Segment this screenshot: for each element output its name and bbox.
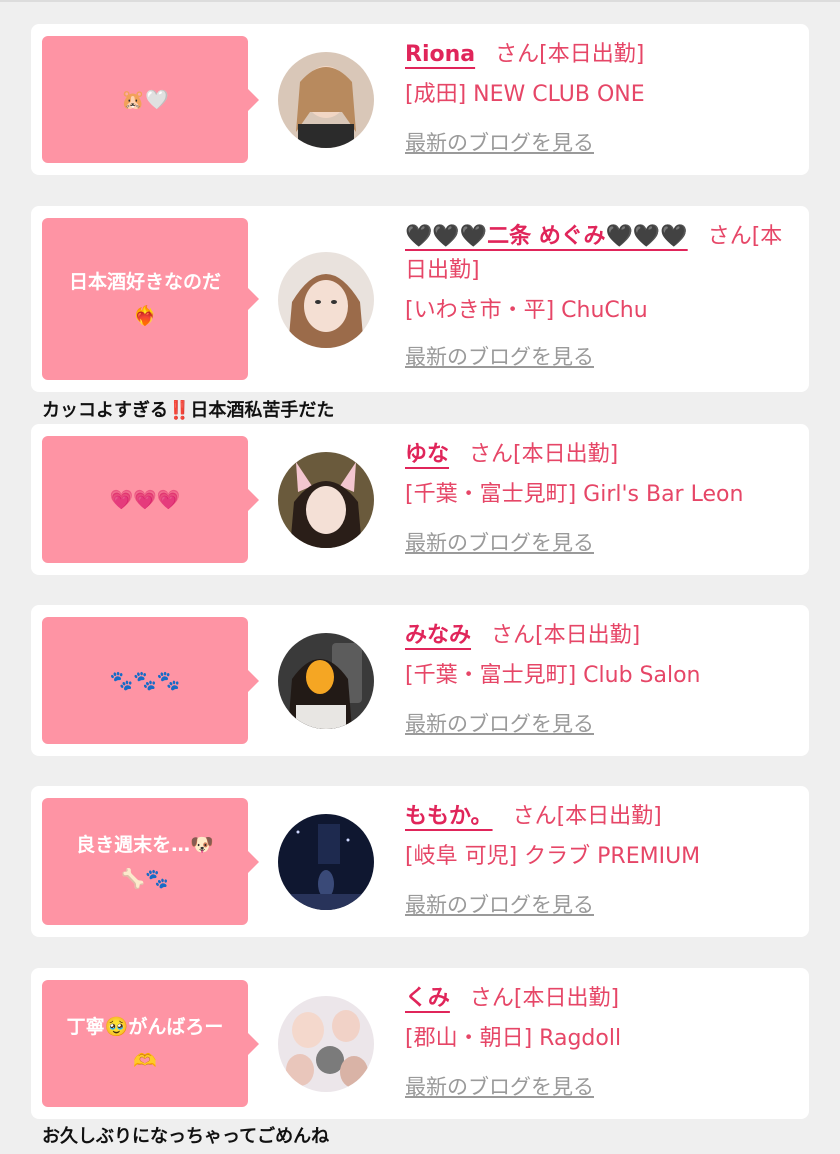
- blog-link[interactable]: 最新のブログを見る: [405, 126, 594, 160]
- caption-text: カッコよすぎる‼️日本酒私苦手だた: [42, 396, 334, 422]
- comment-text: 良き週末を…🐶 🦴🐾: [76, 833, 214, 890]
- comment-bubble: 日本酒好きなのだ ❤️‍🔥: [42, 218, 259, 380]
- caption-text: お久しぶりになっちゃってごめんね: [42, 1126, 330, 1147]
- avatar[interactable]: [278, 814, 374, 910]
- blog-link[interactable]: 最新のブログを見る: [405, 1070, 594, 1104]
- blog-link[interactable]: 最新のブログを見る: [405, 340, 594, 374]
- comment-bubble: 🐾🐾🐾: [42, 617, 259, 744]
- comment-text: 💗💗💗: [109, 488, 181, 511]
- name-line: ももか。 さん[本日出勤]: [405, 800, 799, 834]
- caption-part: 日本酒私苦手だた: [190, 400, 335, 421]
- cast-name-link[interactable]: ゆな: [405, 442, 449, 467]
- comment-text: 🐹🤍: [121, 88, 169, 111]
- name-line: ゆな さん[本日出勤]: [405, 438, 799, 472]
- attendance-status: さん[本日出勤]: [469, 986, 620, 1011]
- exclamation-icon: ‼️: [168, 400, 191, 421]
- cast-name-link[interactable]: みなみ: [405, 623, 471, 648]
- comment-bubble: 🐹🤍: [42, 36, 259, 163]
- cast-card[interactable]: 💗💗💗 ゆな さん[本日出勤] [千葉・富士見町] Girl's Bar Leon…: [31, 424, 809, 575]
- avatar[interactable]: [278, 252, 374, 348]
- blog-link[interactable]: 最新のブログを見る: [405, 888, 594, 922]
- name-line: 🖤🖤🖤二条 めぐみ🖤🖤🖤 さん[本日出勤]: [405, 220, 799, 288]
- cast-name-link[interactable]: 🖤🖤🖤二条 めぐみ🖤🖤🖤: [405, 224, 688, 249]
- avatar[interactable]: [278, 633, 374, 729]
- name-line: みなみ さん[本日出勤]: [405, 619, 799, 653]
- cast-info: 🖤🖤🖤二条 めぐみ🖤🖤🖤 さん[本日出勤] [いわき市・平] ChuChu 最新の…: [405, 220, 799, 374]
- cast-card[interactable]: 丁寧🥹がんばろー 🫶 くみ さん[本日出勤] [郡山・朝日] Ragdoll 最新…: [31, 968, 809, 1119]
- shop-name: [郡山・朝日] Ragdoll: [405, 1026, 622, 1051]
- cast-card[interactable]: 🐾🐾🐾 みなみ さん[本日出勤] [千葉・富士見町] Club Salon 最新の…: [31, 605, 809, 756]
- cast-info: ももか。 さん[本日出勤] [岐阜 可児] クラブ PREMIUM 最新のブログを…: [405, 800, 799, 922]
- avatar[interactable]: [278, 452, 374, 548]
- blog-link[interactable]: 最新のブログを見る: [405, 526, 594, 560]
- top-divider: [0, 0, 840, 2]
- cast-name-link[interactable]: ももか。: [405, 804, 493, 829]
- shop-name: [いわき市・平] ChuChu: [405, 298, 648, 323]
- cast-info: くみ さん[本日出勤] [郡山・朝日] Ragdoll 最新のブログを見る: [405, 982, 799, 1104]
- avatar[interactable]: [278, 996, 374, 1092]
- comment-bubble: 💗💗💗: [42, 436, 259, 563]
- cast-name-link[interactable]: くみ: [405, 986, 450, 1011]
- blog-link[interactable]: 最新のブログを見る: [405, 707, 594, 741]
- shop-name: [千葉・富士見町] Girl's Bar Leon: [405, 482, 744, 507]
- cast-card[interactable]: 日本酒好きなのだ ❤️‍🔥 🖤🖤🖤二条 めぐみ🖤🖤🖤 さん[本日出勤] [いわき市…: [31, 206, 809, 392]
- cast-info: ゆな さん[本日出勤] [千葉・富士見町] Girl's Bar Leon 最新の…: [405, 438, 799, 560]
- comment-text: 日本酒好きなのだ ❤️‍🔥: [68, 271, 221, 327]
- cast-name-link[interactable]: Riona: [405, 42, 475, 67]
- name-line: Riona さん[本日出勤]: [405, 38, 799, 72]
- attendance-status: さん[本日出勤]: [491, 623, 641, 648]
- name-line: くみ さん[本日出勤]: [405, 982, 799, 1016]
- cast-info: みなみ さん[本日出勤] [千葉・富士見町] Club Salon 最新のブログを…: [405, 619, 799, 741]
- cast-card[interactable]: 🐹🤍 Riona さん[本日出勤] [成田] NEW CLUB ONE 最新のブロ…: [31, 24, 809, 175]
- caption-part: カッコよすぎる: [42, 400, 168, 421]
- attendance-status: さん[本日出勤]: [469, 442, 619, 467]
- shop-name: [千葉・富士見町] Club Salon: [405, 663, 701, 688]
- shop-name: [成田] NEW CLUB ONE: [405, 82, 645, 107]
- attendance-status: さん[本日出勤]: [512, 804, 662, 829]
- cast-info: Riona さん[本日出勤] [成田] NEW CLUB ONE 最新のブログを見…: [405, 38, 799, 160]
- comment-text: 🐾🐾🐾: [109, 669, 181, 692]
- attendance-status: さん[本日出勤]: [495, 42, 645, 67]
- avatar[interactable]: [278, 52, 374, 148]
- comment-bubble: 丁寧🥹がんばろー 🫶: [42, 980, 259, 1107]
- shop-name: [岐阜 可児] クラブ PREMIUM: [405, 844, 701, 869]
- cast-card[interactable]: 良き週末を…🐶 🦴🐾 ももか。 さん[本日出勤] [岐阜 可児] クラブ PREM…: [31, 786, 809, 937]
- comment-text: 丁寧🥹がんばろー 🫶: [66, 1015, 224, 1072]
- comment-bubble: 良き週末を…🐶 🦴🐾: [42, 798, 259, 925]
